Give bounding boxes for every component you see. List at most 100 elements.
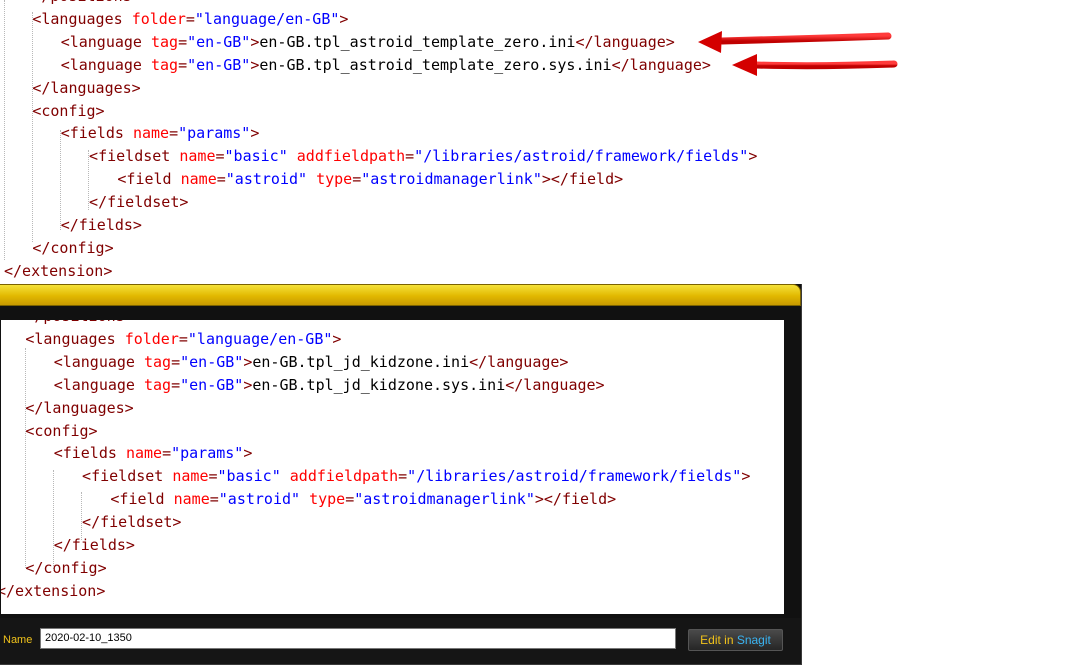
xml-attribute: tag [144,352,172,371]
xml-tag: = [171,375,181,394]
code-line: <language tag="en-GB">en-GB.tpl_jd_kidzo… [54,351,569,373]
xml-tag: <field [110,490,174,509]
code-line: <field name="astroid" type="astroidmanag… [117,168,623,190]
snagit-capture-window: </positions><languages folder="language/… [0,284,802,665]
xml-tag: > [748,147,758,166]
xml-tag: = [178,329,188,348]
xml-attribute: name [173,490,210,509]
xml-tag: <languages [25,329,125,348]
indent-guide [25,348,26,568]
edit-in-snagit-button[interactable]: Edit in Snagit [688,629,783,651]
xml-tag: </language> [469,352,569,371]
xml-tag: = [216,170,226,189]
snagit-title-bar[interactable] [0,284,801,306]
xml-tag: = [208,467,218,486]
xml-attribute: name [179,147,216,166]
xml-value: "en-GB" [180,375,244,394]
snagit-label: Snagit [736,633,771,647]
code-line: </fields> [54,534,135,556]
xml-tag: = [345,490,355,509]
capture-name-input[interactable]: 2020-02-10_1350 [40,628,676,649]
xml-tag: </fieldset> [89,193,189,212]
xml-attribute: folder [124,329,179,348]
xml-tag [307,170,316,188]
xml-tag: ></field> [534,490,617,509]
xml-tag: <language [53,375,144,394]
xml-tag: </fieldset> [82,513,182,532]
xml-attribute: tag [144,375,172,394]
code-line: </languages> [25,397,133,419]
xml-tag: > [243,444,253,463]
code-line: </extension> [4,260,112,282]
xml-tag: > [741,467,751,486]
indent-guide [53,470,54,570]
xml-tag: = [405,147,415,166]
xml-tag: <fields [53,444,126,463]
code-line: </positions> [25,320,133,327]
xml-tag: = [171,352,181,371]
xml-attribute: type [316,170,353,189]
xml-tag: </language> [505,375,605,394]
indent-guide [88,150,89,210]
xml-value: "params" [178,124,251,143]
xml-value: "language/en-GB" [187,329,333,348]
xml-tag: > [250,124,260,143]
annotation-arrows [698,31,898,76]
xml-value: "astroid" [218,490,301,509]
code-line: <field name="astroid" type="astroidmanag… [110,488,616,510]
code-line: </fieldset> [89,191,188,213]
xml-tag: = [352,170,362,189]
xml-tag: = [215,147,225,166]
xml-tag: </fields> [53,536,135,554]
xml-tag: <config> [25,421,98,440]
xml-attribute: addfieldpath [289,467,399,486]
xml-value: "astroid" [225,170,308,189]
xml-tag: = [209,490,219,509]
xml-tag: </config> [32,238,114,257]
code-line: <fields name="params"> [54,442,253,464]
xml-text: en-GB.tpl_jd_kidzone.sys.ini [252,375,506,394]
xml-tag: <fields [60,124,133,143]
xml-attribute: name [132,124,170,143]
xml-tag: = [162,444,172,463]
xml-tag [281,467,290,485]
code-line: </config> [32,237,113,259]
xml-tag: = [169,124,179,143]
xml-text: en-GB.tpl_jd_kidzone.ini [252,352,470,371]
snagit-capture-canvas: </positions><languages folder="language/… [1,320,784,614]
xml-value: "basic" [224,147,288,166]
code-line: </extension> [1,580,105,602]
xml-tag: <field [117,170,181,189]
xml-attribute: addfieldpath [296,147,406,166]
xml-tag: <fieldset [89,147,180,166]
xml-tag: </extension> [4,261,113,280]
xml-tag: </config> [25,558,107,577]
xml-tag: ></field> [541,170,624,189]
indent-guide [81,492,82,540]
xml-value: "params" [171,444,244,463]
indent-guide [60,130,61,230]
code-line: </fieldset> [82,511,181,533]
red-arrow-icon [732,54,898,76]
code-line: <config> [25,420,97,442]
xml-value: "astroidmanagerlink" [361,170,542,189]
xml-tag: </extension> [1,581,106,600]
code-line: </config> [25,557,106,579]
xml-attribute: name [172,467,209,486]
xml-tag: > [332,329,342,348]
xml-tag: </positions> [25,320,133,325]
xml-tag: = [398,467,408,486]
xml-value: "astroidmanagerlink" [354,490,535,509]
xml-tag [300,490,309,508]
xml-tag [288,147,297,165]
xml-attribute: name [180,170,217,189]
edit-in-label: Edit in [700,633,737,647]
xml-attribute: type [309,490,346,509]
xml-tag: </fields> [60,216,142,234]
xml-value: "en-GB" [180,352,244,371]
name-label: Name [3,634,33,646]
xml-tag: <language [53,352,144,371]
xml-value: "/libraries/astroid/framework/fields" [407,467,742,486]
code-line: <fields name="params"> [61,122,260,144]
xml-attribute: name [125,444,163,463]
